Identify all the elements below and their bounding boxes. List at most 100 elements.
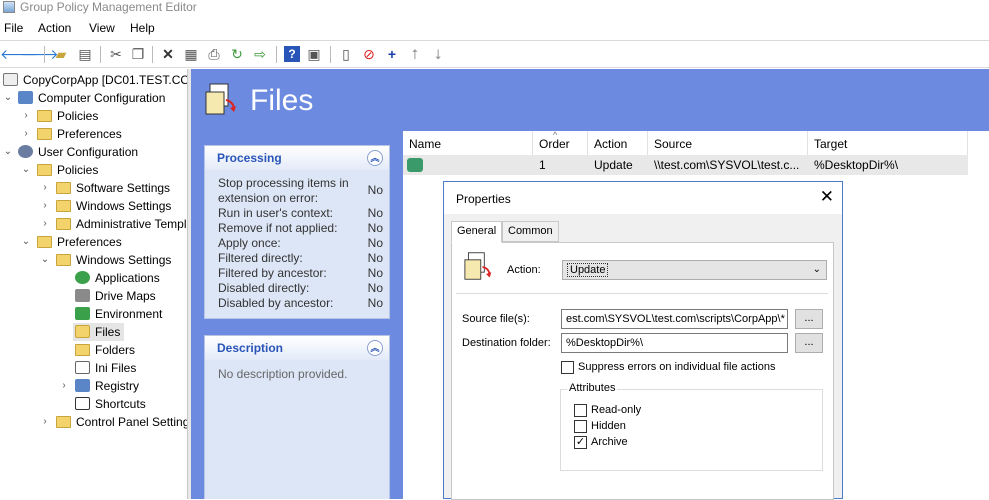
tree-item-environment[interactable]: Environment [75, 305, 162, 323]
column-header-source[interactable]: Source [648, 131, 808, 155]
tree-root[interactable]: CopyCorpApp [DC01.TEST.COM [3, 71, 187, 89]
suppress-errors-checkbox[interactable] [561, 361, 574, 374]
description-header[interactable]: Description ︽ [205, 336, 389, 360]
menu-bar: File Action View Help [0, 18, 989, 40]
tree-item-software-settings[interactable]: Software Settings [56, 179, 170, 197]
tree-item-policies[interactable]: Policies [37, 107, 98, 125]
tab-general[interactable]: General [451, 221, 503, 243]
chevron-down-icon[interactable]: ⌄ [21, 161, 31, 179]
read-only-checkbox[interactable] [574, 404, 587, 417]
tree-item-registry[interactable]: Registry [75, 377, 139, 395]
menu-help[interactable]: Help [130, 21, 155, 35]
show-hide-action-pane-icon[interactable]: ▣ [306, 46, 322, 62]
ini-file-icon [75, 361, 90, 374]
chevron-down-icon[interactable]: ⌄ [3, 143, 13, 161]
folder-icon [56, 254, 71, 266]
table-row[interactable]: 1 Update \\test.com\SYSVOL\test.c... %De… [403, 155, 968, 175]
properties-icon[interactable]: ▦ [183, 46, 199, 62]
folder-icon [37, 236, 52, 248]
tree-item-preferences[interactable]: Preferences [37, 233, 122, 251]
cut-icon[interactable]: ✂ [108, 46, 124, 62]
folder-icon [75, 344, 90, 356]
collapse-icon[interactable]: ︽ [367, 340, 383, 356]
toolbar-separator [330, 46, 331, 63]
forward-icon[interactable]: 🡒 [21, 46, 59, 62]
toolbar-separator [100, 46, 101, 63]
menu-view[interactable]: View [89, 21, 115, 35]
move-down-icon[interactable]: ⭣ [430, 46, 446, 62]
chevron-right-icon[interactable]: › [40, 413, 50, 431]
menu-action[interactable]: Action [38, 21, 71, 35]
tree-item-windows-settings[interactable]: Windows Settings [56, 197, 171, 215]
tree-item-preferences[interactable]: Preferences [37, 125, 122, 143]
destination-input[interactable]: %DesktopDir%\ [561, 333, 788, 353]
archive-checkbox[interactable]: ✓ [574, 436, 587, 449]
tab-common[interactable]: Common [502, 221, 559, 242]
tree-item-drive-maps[interactable]: Drive Maps [75, 287, 156, 305]
tree-item-folders[interactable]: Folders [75, 341, 135, 359]
chevron-right-icon[interactable]: › [40, 179, 50, 197]
processing-label: Disabled directly: [218, 281, 310, 295]
help-icon[interactable]: ? [284, 46, 300, 62]
tree-item-files[interactable]: Files [73, 323, 125, 341]
column-header-target[interactable]: Target [808, 131, 968, 155]
folder-icon [56, 182, 71, 194]
files-icon [75, 325, 90, 338]
close-icon[interactable]: ✕ [820, 187, 834, 207]
processing-value: No [367, 221, 383, 235]
tree-item-shortcuts[interactable]: Shortcuts [75, 395, 146, 413]
toolbar-separator [152, 46, 153, 63]
menu-file[interactable]: File [4, 21, 23, 35]
chevron-right-icon[interactable]: › [40, 197, 50, 215]
refresh-icon[interactable]: ↻ [229, 46, 245, 62]
show-hide-tree-icon[interactable]: ▤ [77, 46, 93, 62]
column-header-order[interactable]: Order ^ [533, 130, 588, 155]
source-input[interactable]: est.com\SYSVOL\test.com\scripts\CorpApp\… [561, 309, 788, 329]
add-icon[interactable]: + [384, 46, 400, 62]
delete-icon[interactable]: ✕ [160, 46, 176, 62]
chevron-right-icon[interactable]: › [59, 377, 69, 395]
chevron-down-icon[interactable]: ⌄ [21, 233, 31, 251]
chevron-right-icon[interactable]: › [21, 107, 31, 125]
back-icon[interactable]: 🡐 [0, 46, 38, 62]
print-icon[interactable]: ⎙ [206, 46, 222, 62]
processing-value: No [367, 183, 383, 197]
column-header-name[interactable]: Name [403, 131, 533, 155]
read-only-label: Read-only [591, 404, 642, 416]
tree-item-policies[interactable]: Policies [37, 161, 98, 179]
processing-label: Apply once: [218, 236, 281, 250]
registry-icon [75, 379, 90, 392]
archive-label: Archive [591, 436, 628, 448]
column-header-action[interactable]: Action [588, 131, 648, 155]
title-bar: Group Policy Management Editor [0, 0, 989, 16]
sort-up-icon: ^ [553, 130, 558, 140]
chevron-right-icon[interactable]: › [40, 215, 50, 233]
hidden-checkbox[interactable] [574, 420, 587, 433]
folder-icon [37, 164, 52, 176]
tree-item-computer-configuration[interactable]: Computer Configuration [18, 89, 165, 107]
tree-item-ini-files[interactable]: Ini Files [75, 359, 136, 377]
tree-item-windows-settings[interactable]: Windows Settings [56, 251, 171, 269]
export-icon[interactable]: ⇨ [252, 46, 268, 62]
collapse-icon[interactable]: ︽ [367, 150, 383, 166]
browse-destination-button[interactable]: ... [795, 333, 823, 353]
processing-value: No [367, 236, 383, 250]
tree-item-user-configuration[interactable]: User Configuration [18, 143, 138, 161]
up-folder-icon[interactable]: ▰ [53, 46, 69, 62]
new-item-icon[interactable]: ▯ [338, 46, 354, 62]
processing-header[interactable]: Processing ︽ [205, 146, 389, 170]
suppress-errors-label: Suppress errors on individual file actio… [578, 361, 776, 373]
processing-label: Filtered by ancestor: [218, 266, 327, 280]
chevron-down-icon[interactable]: ⌄ [3, 89, 13, 107]
chevron-right-icon[interactable]: › [21, 125, 31, 143]
tree-item-applications[interactable]: Applications [75, 269, 160, 287]
chevron-down-icon[interactable]: ⌄ [40, 251, 50, 269]
action-select[interactable]: Update ⌄ [562, 260, 827, 280]
processing-value: No [367, 266, 383, 280]
browse-source-button[interactable]: ... [795, 309, 823, 329]
copy-icon[interactable]: ❐ [130, 46, 146, 62]
stop-icon[interactable]: ⊘ [361, 46, 377, 62]
tree-item-administrative-templates[interactable]: Administrative Templ [56, 215, 186, 233]
move-up-icon[interactable]: ⭡ [407, 46, 423, 62]
tree-item-control-panel-settings[interactable]: Control Panel Setting [56, 413, 187, 431]
